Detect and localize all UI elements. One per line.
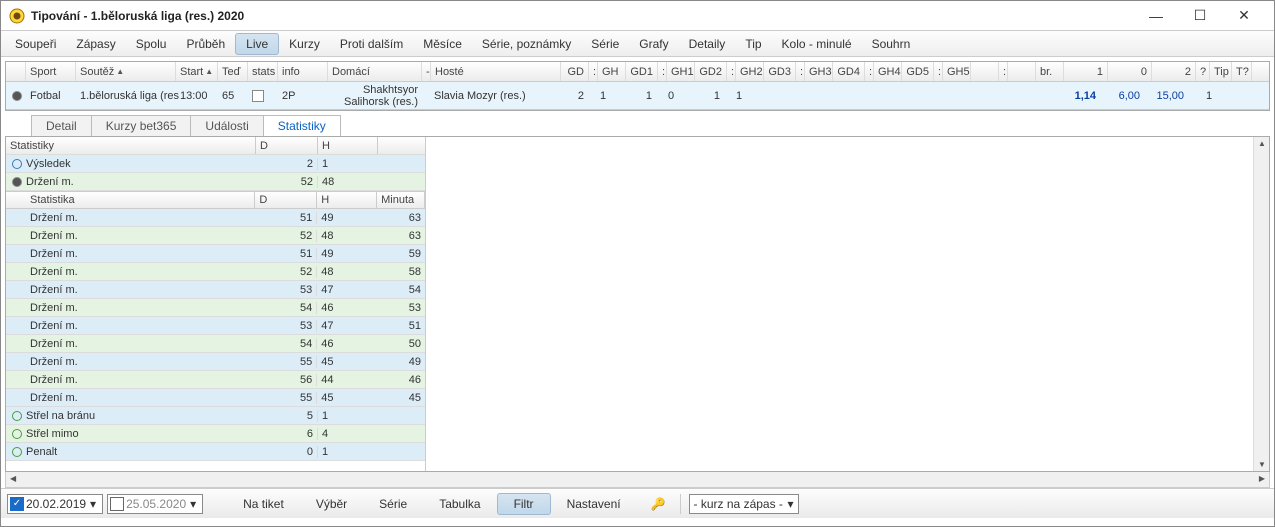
summary-row[interactable]: Držení m.5248	[6, 173, 425, 191]
menu-série[interactable]: Série	[581, 31, 629, 56]
stats-panel: Statistiky D H Výsledek21Držení m.5248 S…	[5, 136, 1270, 472]
menu-soupeři[interactable]: Soupeři	[5, 31, 66, 56]
summary-row[interactable]: Penalt01	[6, 443, 425, 461]
toolbar-série[interactable]: Série	[363, 493, 423, 515]
tab-statistiky[interactable]: Statistiky	[263, 115, 341, 136]
menu-detaily[interactable]: Detaily	[679, 31, 736, 56]
detail-row[interactable]: Držení m.554545	[6, 389, 425, 407]
expand-icon[interactable]	[12, 159, 22, 169]
grid-header: Sport Soutěž▲ Start▲ Teď stats info Domá…	[6, 62, 1269, 82]
col-start[interactable]: Start▲	[176, 62, 218, 81]
date-from[interactable]: ✓ 20.02.2019 ▾	[7, 494, 103, 514]
toolbar-nastavení[interactable]: Nastavení	[551, 493, 637, 515]
match-grid: Sport Soutěž▲ Start▲ Teď stats info Domá…	[5, 61, 1270, 111]
menu-měsíce[interactable]: Měsíce	[413, 31, 472, 56]
col-hoste[interactable]: Hosté	[431, 62, 561, 81]
refresh-icon	[12, 91, 22, 101]
stats-header: Statistiky D H	[6, 137, 425, 155]
maximize-button[interactable]: ☐	[1178, 1, 1222, 31]
detail-row[interactable]: Držení m.524863	[6, 227, 425, 245]
stats-inner-header: Statistika D H Minuta	[6, 191, 425, 209]
minimize-button[interactable]: —	[1134, 1, 1178, 31]
chevron-down-icon[interactable]: ▾	[86, 497, 100, 511]
horizontal-scrollbar[interactable]	[5, 472, 1270, 488]
col-domaci[interactable]: Domácí	[328, 62, 422, 81]
tab-události[interactable]: Události	[190, 115, 263, 136]
summary-row[interactable]: Střel mimo64	[6, 425, 425, 443]
menu-kurzy[interactable]: Kurzy	[279, 31, 330, 56]
detail-row[interactable]: Držení m.534751	[6, 317, 425, 335]
menu-spolu[interactable]: Spolu	[126, 31, 177, 56]
toolbar-filtr[interactable]: Filtr	[497, 493, 551, 515]
window-title: Tipování - 1.běloruská liga (res.) 2020	[31, 9, 244, 23]
menu-live[interactable]: Live	[235, 33, 279, 55]
close-button[interactable]: ✕	[1222, 1, 1266, 31]
app-icon	[9, 8, 25, 24]
tab-detail[interactable]: Detail	[31, 115, 92, 136]
detail-row[interactable]: Držení m.524858	[6, 263, 425, 281]
menu-kolo - minulé[interactable]: Kolo - minulé	[772, 31, 862, 56]
detail-row[interactable]: Držení m.514963	[6, 209, 425, 227]
detail-row[interactable]: Držení m.544653	[6, 299, 425, 317]
summary-row[interactable]: Střel na bránu51	[6, 407, 425, 425]
chevron-down-icon[interactable]: ▾	[186, 497, 200, 511]
expand-icon[interactable]	[12, 411, 22, 421]
menu-zápasy[interactable]: Zápasy	[66, 31, 125, 56]
menu-tip[interactable]: Tip	[735, 31, 771, 56]
menu-souhrn[interactable]: Souhrn	[862, 31, 921, 56]
toolbar-výběr[interactable]: Výběr	[300, 493, 363, 515]
menu-proti dalším[interactable]: Proti dalším	[330, 31, 413, 56]
col-info[interactable]: info	[278, 62, 328, 81]
col-dash: -	[422, 62, 431, 81]
col-ted[interactable]: Teď	[218, 62, 248, 81]
stats-checkbox[interactable]	[252, 90, 264, 102]
date-to[interactable]: 25.05.2020 ▾	[107, 494, 203, 514]
detail-row[interactable]: Držení m.534754	[6, 281, 425, 299]
expand-icon[interactable]	[12, 429, 22, 439]
odds-select[interactable]: - kurz na zápas - ▾	[689, 494, 799, 514]
detail-row[interactable]: Držení m.544650	[6, 335, 425, 353]
titlebar: Tipování - 1.běloruská liga (res.) 2020 …	[1, 1, 1274, 31]
menubar: SoupeřiZápasySpoluPrůběhLiveKurzyProti d…	[1, 31, 1274, 57]
tab-kurzy-bet365[interactable]: Kurzy bet365	[91, 115, 192, 136]
detail-row[interactable]: Držení m.564446	[6, 371, 425, 389]
chevron-down-icon: ▾	[788, 497, 794, 511]
menu-grafy[interactable]: Grafy	[629, 31, 678, 56]
detail-row[interactable]: Držení m.514959	[6, 245, 425, 263]
expand-icon[interactable]	[12, 177, 22, 187]
match-row[interactable]: Fotbal 1.běloruská liga (res 13:00 65 2P…	[6, 82, 1269, 110]
bottom-toolbar: ✓ 20.02.2019 ▾ 25.05.2020 ▾ Na tiketVýbě…	[1, 488, 1274, 518]
toolbar-na-tiket[interactable]: Na tiket	[227, 493, 300, 515]
menu-průběh[interactable]: Průběh	[176, 31, 235, 56]
toolbar-tabulka[interactable]: Tabulka	[423, 493, 496, 515]
col-soutez[interactable]: Soutěž▲	[76, 62, 176, 81]
menu-série, poznámky[interactable]: Série, poznámky	[472, 31, 581, 56]
summary-row[interactable]: Výsledek21	[6, 155, 425, 173]
col-sport[interactable]: Sport	[26, 62, 76, 81]
detail-row[interactable]: Držení m.554549	[6, 353, 425, 371]
key-icon[interactable]: 🔑	[651, 497, 666, 511]
expand-icon[interactable]	[12, 447, 22, 457]
vertical-scrollbar[interactable]	[1253, 137, 1269, 471]
col-stats[interactable]: stats	[248, 62, 278, 81]
detail-tabs: DetailKurzy bet365UdálostiStatistiky	[31, 115, 1274, 136]
